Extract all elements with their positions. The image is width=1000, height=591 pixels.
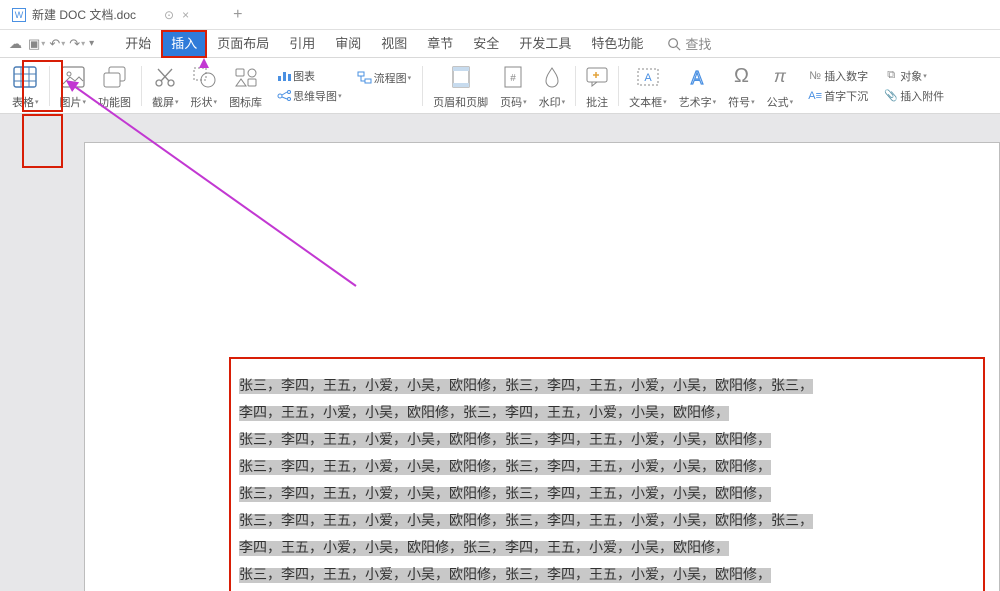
ribbon-shape[interactable]: 形状▾ xyxy=(185,62,224,110)
menu-review[interactable]: 审阅 xyxy=(325,30,371,58)
annotation-highlight xyxy=(22,114,63,168)
function-icon xyxy=(103,64,127,90)
document-name: 新建 DOC 文档.doc xyxy=(32,6,136,23)
ribbon-wordart[interactable]: A 艺术字▾ xyxy=(673,62,723,110)
shape-icon xyxy=(192,64,216,90)
object-icon: ⧉ xyxy=(882,69,900,82)
quick-cloud-icon[interactable]: ☁ xyxy=(9,36,22,52)
menu-security[interactable]: 安全 xyxy=(463,30,509,58)
doc-icon: W xyxy=(12,8,26,22)
dropcap-icon: A≡ xyxy=(806,90,824,102)
ribbon-picture[interactable]: 图片▾ xyxy=(54,62,93,110)
picture-icon xyxy=(61,64,85,90)
menu-features[interactable]: 特色功能 xyxy=(581,30,653,58)
workspace: 张三，李四，王五，小爱，小吴，欧阳修，张三，李四，王五，小爱，小吴，欧阳修，张三… xyxy=(0,114,1000,591)
flowchart-icon xyxy=(356,71,374,84)
ribbon-insert-number[interactable]: №插入数字 xyxy=(803,66,871,86)
menu-reference[interactable]: 引用 xyxy=(279,30,325,58)
separator xyxy=(422,66,423,106)
ribbon-formula[interactable]: π 公式▾ xyxy=(761,62,800,110)
search-button[interactable]: 查找 xyxy=(667,34,711,53)
document-text[interactable]: 张三，李四，王五，小爱，小吴，欧阳修，张三，李四，王五，小爱，小吴，欧阳修，张三… xyxy=(239,373,977,591)
menu-tabs: 开始 插入 页面布局 引用 审阅 视图 章节 安全 开发工具 特色功能 xyxy=(115,30,653,58)
document-selection-area[interactable]: 张三，李四，王五，小爱，小吴，欧阳修，张三，李四，王五，小爱，小吴，欧阳修，张三… xyxy=(229,357,985,591)
search-icon xyxy=(667,37,681,51)
ribbon-attachment[interactable]: 📎插入附件 xyxy=(879,86,947,106)
svg-text:A: A xyxy=(644,72,652,84)
menu-devtools[interactable]: 开发工具 xyxy=(509,30,581,58)
page-number-icon: # xyxy=(503,64,523,90)
separator xyxy=(618,66,619,106)
ribbon-screenshot[interactable]: 截屏▾ xyxy=(146,62,185,110)
ribbon-chart-group: 图表 思维导图▾ xyxy=(268,62,349,110)
document-tab[interactable]: W 新建 DOC 文档.doc ⊙ × xyxy=(0,0,201,29)
chart-icon xyxy=(275,69,293,82)
ribbon: 表格▾ 图片▾ 功能图 截屏▾ 形状▾ 图标库 图表 思维导图▾ xyxy=(0,58,1000,114)
menu-view[interactable]: 视图 xyxy=(371,30,417,58)
symbol-icon: Ω xyxy=(734,64,749,90)
tab-options-icon[interactable]: ⊙ xyxy=(164,8,174,22)
ribbon-misc-group2: ⧉对象▾ 📎插入附件 xyxy=(875,62,951,110)
ribbon-watermark[interactable]: 水印▾ xyxy=(533,62,572,110)
ribbon-textbox[interactable]: A 文本框▾ xyxy=(623,62,673,110)
wordart-icon: A xyxy=(686,64,708,90)
ribbon-dropcap[interactable]: A≡首字下沉 xyxy=(803,86,871,106)
textbox-icon: A xyxy=(636,64,660,90)
ribbon-chart[interactable]: 图表 xyxy=(272,66,345,86)
watermark-icon xyxy=(542,64,562,90)
svg-text:#: # xyxy=(511,73,517,84)
ribbon-object[interactable]: ⧉对象▾ xyxy=(879,66,947,86)
formula-icon: π xyxy=(774,64,786,90)
ribbon-table[interactable]: 表格▾ xyxy=(6,62,45,110)
ribbon-page-number[interactable]: # 页码▾ xyxy=(494,62,533,110)
ribbon-iconlib[interactable]: 图标库 xyxy=(223,62,268,110)
separator xyxy=(141,66,142,106)
number-icon: № xyxy=(806,70,824,82)
table-icon xyxy=(13,64,37,90)
tab-close-icon[interactable]: × xyxy=(182,8,189,22)
menu-layout[interactable]: 页面布局 xyxy=(207,30,279,58)
scissors-icon xyxy=(154,64,176,90)
menu-start[interactable]: 开始 xyxy=(115,30,161,58)
comment-icon xyxy=(586,64,608,90)
header-footer-icon xyxy=(450,64,472,90)
separator xyxy=(49,66,50,106)
iconlib-icon xyxy=(234,64,258,90)
menubar: ☁ ▣▾ ↶▾ ↷▾ ▾ 开始 插入 页面布局 引用 审阅 视图 章节 安全 开… xyxy=(0,30,1000,58)
quick-more-icon[interactable]: ▾ xyxy=(89,38,94,49)
menu-insert[interactable]: 插入 xyxy=(161,30,207,58)
quick-save-icon[interactable]: ▣ xyxy=(28,36,40,52)
ribbon-flowchart-col: 流程图▾ xyxy=(349,62,419,110)
ribbon-function[interactable]: 功能图 xyxy=(92,62,137,110)
quick-redo-icon[interactable]: ↷ xyxy=(69,36,80,52)
mindmap-icon xyxy=(275,89,293,102)
ribbon-header-footer[interactable]: 页眉和页脚 xyxy=(427,62,494,110)
titlebar: W 新建 DOC 文档.doc ⊙ × + xyxy=(0,0,1000,30)
ribbon-comment[interactable]: 批注 xyxy=(580,62,614,110)
quick-undo-icon[interactable]: ↶ xyxy=(49,36,60,52)
ribbon-mindmap[interactable]: 思维导图▾ xyxy=(272,86,345,106)
menu-chapter[interactable]: 章节 xyxy=(417,30,463,58)
svg-text:A: A xyxy=(691,68,703,87)
separator xyxy=(575,66,576,106)
ribbon-flowchart[interactable]: 流程图▾ xyxy=(353,68,415,88)
attachment-icon: 📎 xyxy=(882,89,900,102)
ribbon-symbol[interactable]: Ω 符号▾ xyxy=(722,62,761,110)
new-tab-button[interactable]: + xyxy=(233,6,242,24)
ribbon-misc-group: №插入数字 A≡首字下沉 xyxy=(799,62,875,110)
